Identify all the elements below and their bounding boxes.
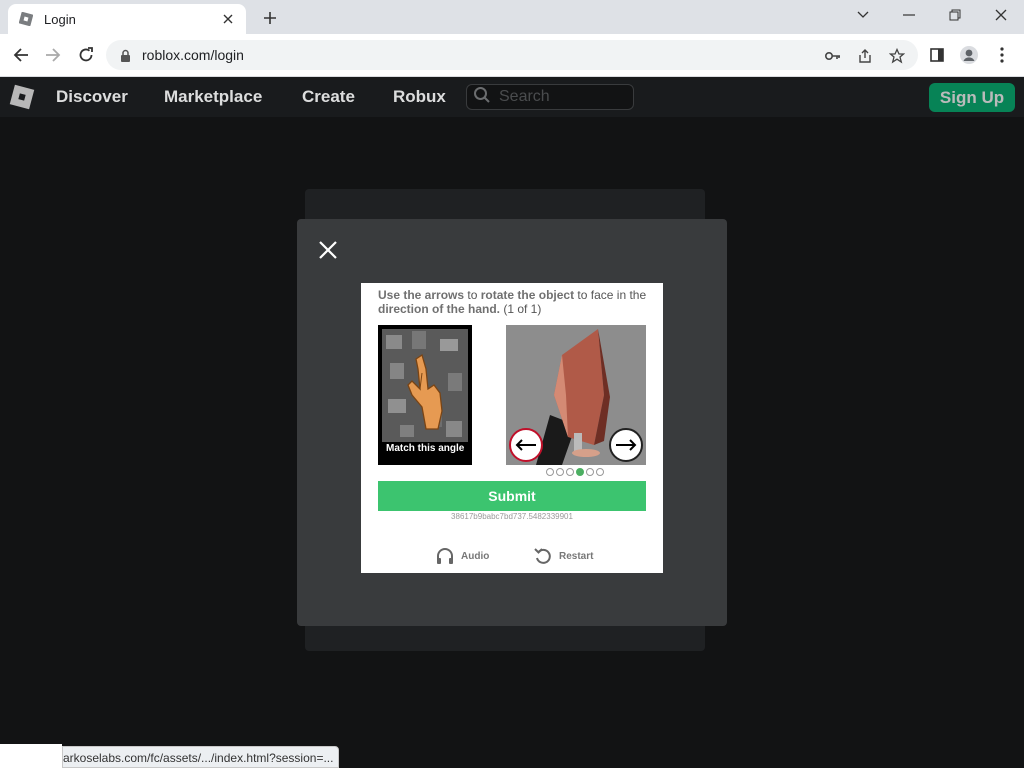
captcha-challenge: Use the arrows to rotate the object to f…	[361, 283, 663, 573]
progress-dot	[586, 468, 594, 476]
status-bar-url: arkoselabs.com/fc/assets/.../index.html?…	[62, 746, 339, 768]
back-arrow-icon[interactable]	[8, 42, 34, 68]
search-input[interactable]: Search	[466, 84, 634, 110]
side-panel-icon[interactable]	[924, 42, 950, 68]
forward-arrow-icon[interactable]	[40, 42, 66, 68]
session-id: 38617b9babc7bd737.5482339901	[451, 512, 573, 521]
submit-button[interactable]: Submit	[378, 481, 646, 511]
roblox-favicon-icon	[18, 11, 34, 27]
statusbar-left-blank	[0, 744, 62, 768]
captcha-instructions: Use the arrows to rotate the object to f…	[378, 288, 648, 316]
progress-dot	[546, 468, 554, 476]
search-placeholder: Search	[499, 88, 550, 105]
nav-link-create[interactable]: Create	[302, 87, 355, 107]
share-icon[interactable]	[856, 47, 874, 65]
instruction-part: Use the arrows	[378, 288, 465, 302]
restore-icon[interactable]	[932, 0, 978, 30]
reload-icon[interactable]	[73, 42, 99, 68]
close-window-icon[interactable]	[978, 0, 1024, 30]
reference-hand-image	[382, 329, 468, 442]
nav-link-marketplace[interactable]: Marketplace	[164, 87, 262, 107]
signup-button[interactable]: Sign Up	[929, 83, 1015, 112]
roblox-navbar: Discover Marketplace Create Robux Search…	[0, 77, 1024, 117]
kebab-menu-icon[interactable]	[989, 42, 1015, 68]
restart-button[interactable]: Restart	[533, 545, 593, 567]
progress-dots	[546, 468, 604, 476]
audio-button[interactable]: Audio	[435, 545, 489, 567]
headphones-icon	[435, 546, 455, 566]
tab-close-icon[interactable]	[220, 11, 236, 27]
rotatable-object-image	[506, 325, 646, 465]
instruction-part: rotate the object	[480, 288, 575, 302]
progress-dot	[596, 468, 604, 476]
key-icon[interactable]	[824, 47, 842, 65]
instruction-part: (1 of 1)	[500, 302, 542, 316]
instruction-part: to face in the	[574, 288, 647, 302]
nav-link-discover[interactable]: Discover	[56, 87, 128, 107]
minimize-icon[interactable]	[886, 0, 932, 30]
close-icon[interactable]	[317, 239, 339, 261]
captcha-modal: Use the arrows to rotate the object to f…	[297, 219, 727, 626]
progress-dot	[556, 468, 564, 476]
tab-search-chevron-icon[interactable]	[840, 0, 886, 30]
tab-title: Login	[44, 11, 76, 27]
reference-label: Match this angle	[386, 443, 465, 454]
lock-icon	[120, 48, 134, 62]
rotate-right-button[interactable]	[609, 428, 643, 462]
new-tab-icon[interactable]	[258, 6, 282, 30]
roblox-logo-icon[interactable]	[8, 83, 36, 111]
profile-avatar-icon[interactable]	[956, 42, 982, 68]
progress-dot	[576, 468, 584, 476]
instruction-part: direction of the hand.	[378, 302, 500, 316]
browser-tab[interactable]: Login	[8, 4, 246, 34]
reference-image: Match this angle	[378, 325, 472, 465]
restart-icon	[533, 546, 553, 566]
url-text: roblox.com/login	[142, 47, 244, 63]
rotate-left-button[interactable]	[509, 428, 543, 462]
restart-label: Restart	[559, 550, 594, 562]
audio-label: Audio	[461, 550, 490, 562]
progress-dot	[566, 468, 574, 476]
browser-toolbar: roblox.com/login	[0, 34, 1024, 77]
address-bar[interactable]: roblox.com/login	[106, 40, 918, 70]
nav-link-robux[interactable]: Robux	[393, 87, 446, 107]
bookmark-star-icon[interactable]	[888, 47, 906, 65]
search-icon	[473, 86, 491, 109]
instruction-part: to	[464, 288, 481, 302]
browser-tab-bar: Login	[0, 0, 1024, 34]
